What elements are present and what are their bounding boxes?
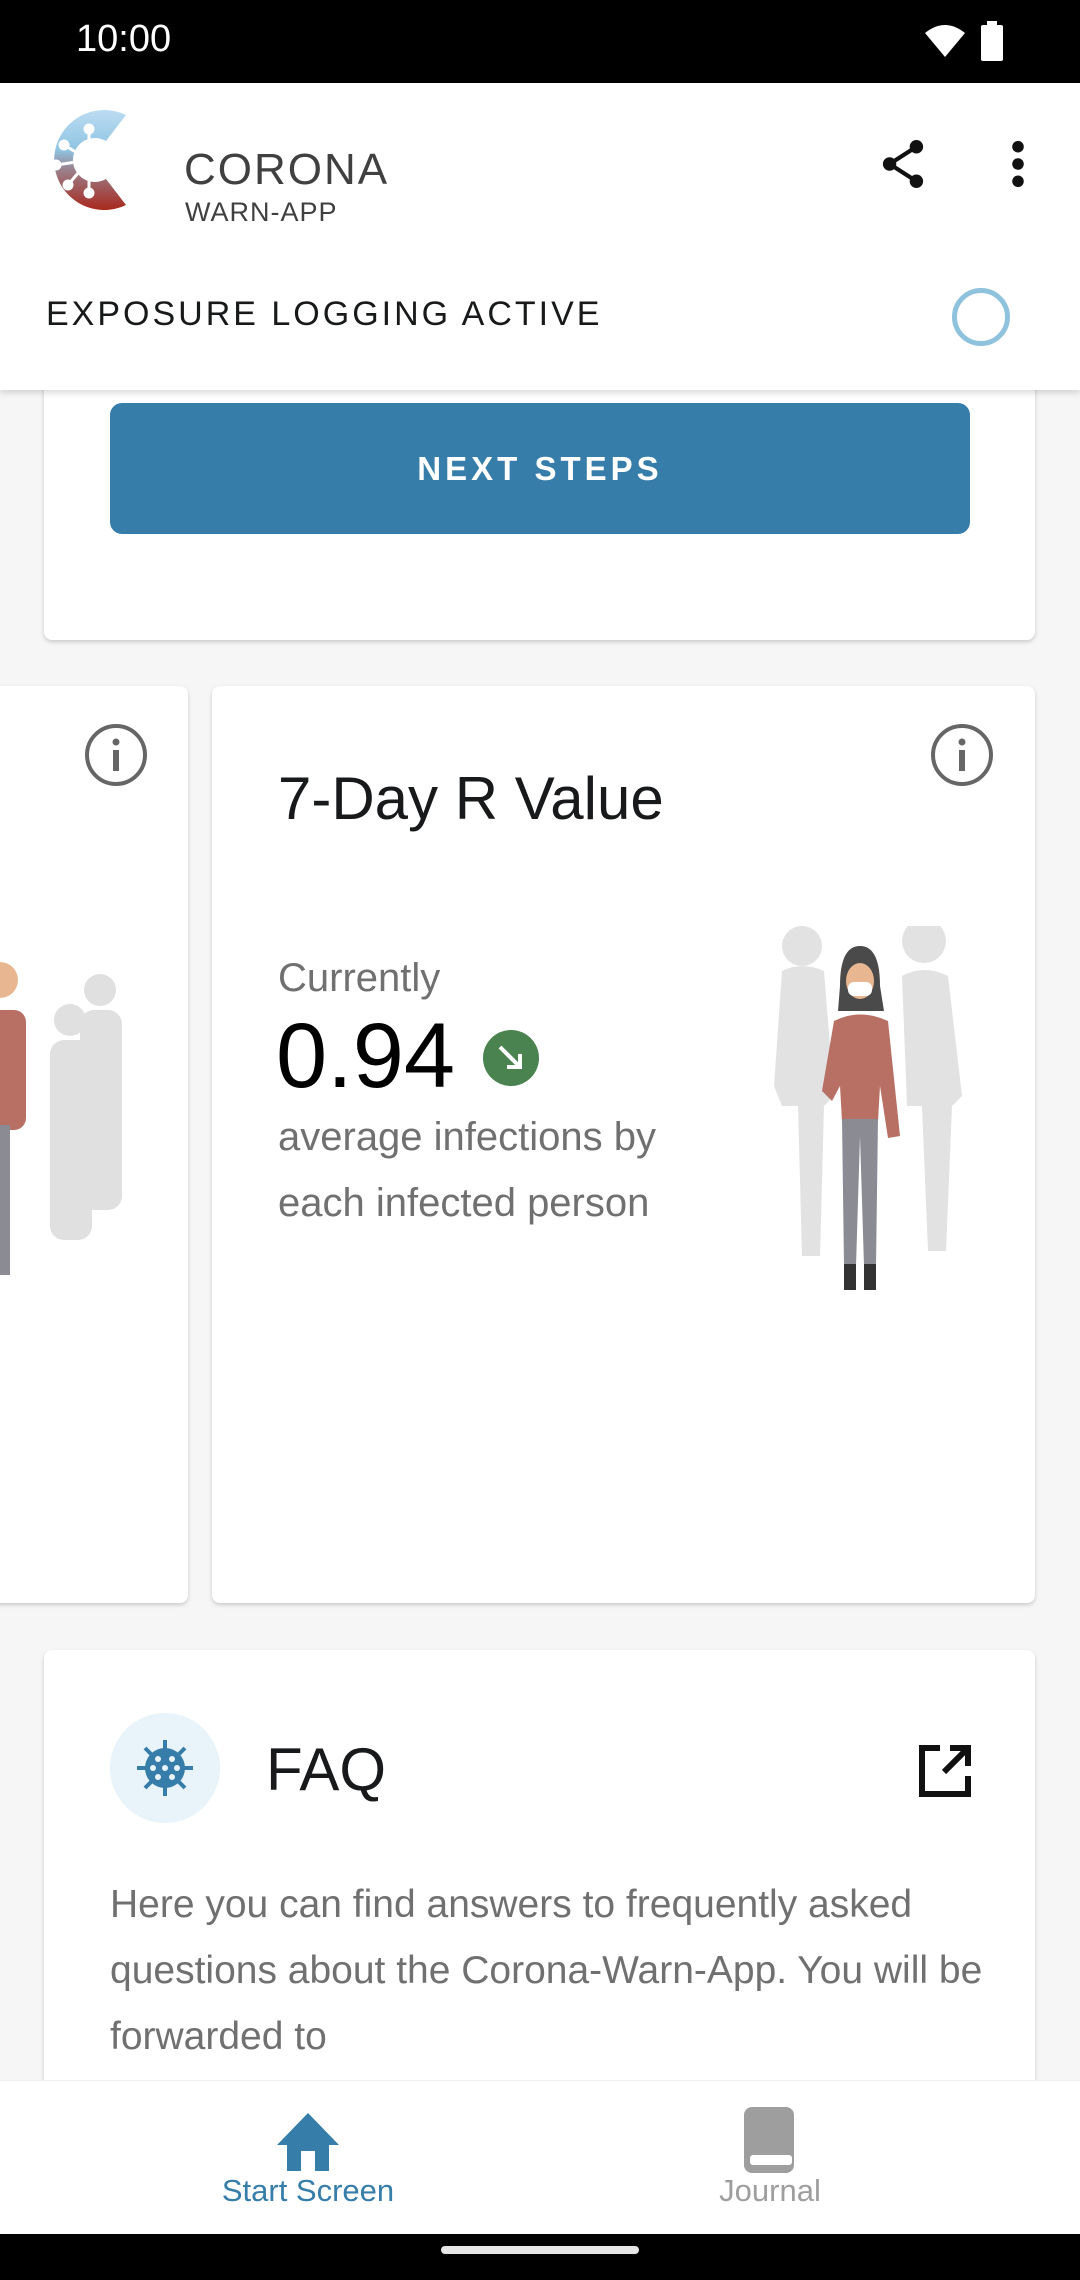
info-icon[interactable] [84, 723, 148, 787]
r-value-card[interactable]: 7-Day R Value Currently 0.94 average inf… [212, 686, 1035, 1603]
next-steps-button[interactable]: NEXT STEPS [110, 403, 970, 534]
exposure-progress-icon [952, 288, 1010, 346]
home-gesture-handle[interactable] [441, 2246, 639, 2254]
home-scroll-content[interactable]: NEXT STEPS 7-Day R Value Currently 0.94 … [0, 390, 1080, 2080]
r-value: 0.94 [276, 1005, 456, 1107]
nav-label-journal: Journal [719, 2173, 821, 2208]
info-icon[interactable] [930, 723, 994, 787]
app-logo: CORONA WARN-APP [44, 109, 444, 227]
people-illustration [0, 962, 122, 1275]
statistics-card-previous[interactable] [0, 686, 188, 1603]
share-icon[interactable] [880, 139, 926, 189]
faq-icon-bg [110, 1713, 220, 1823]
corona-logo-icon [50, 110, 126, 211]
logo-subtitle: WARN-APP [185, 197, 338, 227]
status-time: 10:00 [76, 18, 172, 60]
book-icon [744, 2107, 794, 2173]
status-bar: 10:00 [0, 0, 1080, 83]
app-header: CORONA WARN-APP EXPOSURE LOGGING ACTIVE [0, 83, 1080, 390]
people-illustration [774, 926, 962, 1290]
battery-icon [981, 21, 1003, 61]
system-navigation-bar [0, 2234, 1080, 2280]
r-value-title: 7-Day R Value [278, 765, 664, 832]
nav-item-start-screen[interactable]: Start Screen [158, 2081, 458, 2235]
risk-card: NEXT STEPS [44, 390, 1035, 640]
nav-item-journal[interactable]: Journal [620, 2081, 920, 2235]
virus-icon [137, 1740, 193, 1796]
wifi-icon [925, 25, 965, 57]
r-value-description: average infections by each infected pers… [278, 1115, 657, 1225]
more-vert-icon[interactable] [1008, 139, 1028, 189]
home-icon [277, 2113, 339, 2171]
faq-title: FAQ [266, 1736, 387, 1803]
currently-label: Currently [278, 956, 441, 1000]
external-link-icon[interactable] [918, 1744, 972, 1798]
faq-card[interactable]: FAQ Here you can find answers to frequen… [44, 1650, 1035, 2080]
nav-label-start-screen: Start Screen [221, 2173, 395, 2208]
logo-title: CORONA [184, 145, 390, 194]
bottom-navigation: Start Screen Journal [0, 2080, 1080, 2234]
faq-description: Here you can find answers to frequently … [110, 1883, 983, 2058]
exposure-status[interactable]: EXPOSURE LOGGING ACTIVE [46, 295, 602, 334]
trend-down-icon [483, 1030, 539, 1086]
